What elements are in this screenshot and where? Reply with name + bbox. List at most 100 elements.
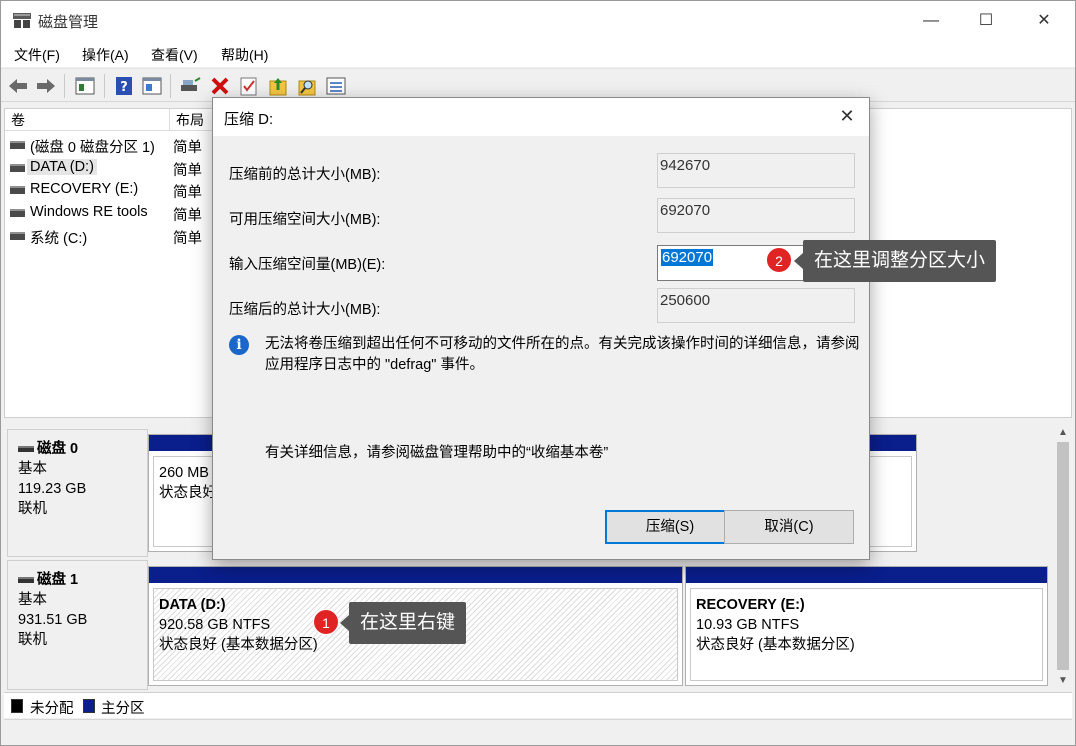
shrink-amount-label: 输入压缩空间量(MB)(E): [229, 257, 386, 273]
partition-status: 状态良好 [159, 485, 213, 501]
close-button[interactable]: ✕ [1021, 1, 1067, 40]
search-icon[interactable] [296, 75, 318, 97]
annotation-callout-2: 在这里调整分区大小 [793, 240, 997, 282]
window-title: 磁盘管理 [38, 14, 99, 31]
disk-0-partition-1[interactable]: 260 MB 状态良好 [148, 434, 218, 552]
volume-name: Windows RE tools [30, 204, 148, 220]
maximize-button[interactable]: ☐ [963, 1, 1009, 40]
total-size-after-value: 250600 [657, 288, 855, 323]
check-icon[interactable] [238, 75, 260, 97]
back-arrow-icon[interactable] [7, 75, 29, 97]
menu-help[interactable]: 帮助(H) [221, 45, 268, 65]
partition-body: RECOVERY (E:) 10.93 GB NTFS 状态良好 (基本数据分区… [690, 588, 1043, 681]
disk-1-label[interactable]: 磁盘 1 基本 931.51 GB 联机 [7, 560, 148, 690]
volume-layout: 简单 [173, 140, 202, 156]
disk-icon [18, 446, 34, 453]
disk-0-label[interactable]: 磁盘 0 基本 119.23 GB 联机 [7, 429, 148, 557]
info-icon: i [229, 335, 249, 355]
shrink-dialog: 压缩 D: ✕ 压缩前的总计大小(MB): 942670 可用压缩空间大小(MB… [212, 97, 870, 560]
disk-size: 119.23 GB [18, 481, 87, 497]
menu-view[interactable]: 查看(V) [151, 45, 198, 65]
status-bar [4, 719, 1072, 743]
legend-swatch-primary [83, 699, 95, 713]
volume-icon [10, 141, 25, 149]
scroll-down-icon[interactable]: ▼ [1054, 672, 1072, 689]
disk-name: 磁盘 1 [37, 572, 79, 588]
recovery-partition[interactable]: RECOVERY (E:) 10.93 GB NTFS 状态良好 (基本数据分区… [685, 566, 1048, 686]
volume-icon [10, 164, 25, 172]
disk-management-app-icon [13, 13, 31, 28]
legend-label-unallocated: 未分配 [30, 701, 74, 717]
legend-label-primary: 主分区 [101, 701, 145, 717]
partition-bar [686, 567, 1047, 583]
volume-icon [10, 186, 25, 194]
menu-action[interactable]: 操作(A) [82, 45, 129, 65]
available-shrink-label: 可用压缩空间大小(MB): [229, 212, 381, 228]
disk-size: 931.51 GB [18, 612, 88, 628]
available-shrink-value: 692070 [657, 198, 855, 233]
column-header-volume[interactable]: 卷 [5, 109, 170, 131]
volume-name: DATA (D:) [27, 159, 97, 175]
toolbar-separator [64, 74, 65, 98]
disk-map-scrollbar[interactable]: ▲ ▼ [1054, 424, 1072, 689]
export-icon[interactable] [267, 75, 289, 97]
volume-layout: 简单 [173, 163, 202, 179]
partition-size: 260 MB [159, 465, 209, 481]
list-icon[interactable] [325, 75, 347, 97]
scroll-up-icon[interactable]: ▲ [1054, 424, 1072, 441]
shrink-button[interactable]: 压缩(S) [605, 510, 735, 544]
title-bar: 磁盘管理 — ☐ ✕ [1, 1, 1075, 40]
menu-bar: 文件(F) 操作(A) 查看(V) 帮助(H) [1, 40, 1075, 67]
disk-type: 基本 [18, 461, 47, 477]
partition-body: 260 MB 状态良好 [153, 456, 213, 547]
volume-layout: 简单 [173, 231, 202, 247]
connect-icon[interactable] [179, 75, 201, 97]
menu-file[interactable]: 文件(F) [14, 45, 60, 65]
volume-name: (磁盘 0 磁盘分区 1) [30, 140, 155, 156]
forward-arrow-icon[interactable] [35, 75, 57, 97]
partition-name: RECOVERY (E:) [696, 597, 805, 613]
partition-bar [149, 567, 682, 583]
volume-name: RECOVERY (E:) [30, 181, 139, 197]
toolbar-separator [104, 74, 105, 98]
total-size-before-label: 压缩前的总计大小(MB): [229, 167, 381, 183]
annotation-callout-1: 在这里右键 [339, 602, 467, 644]
total-size-after-label: 压缩后的总计大小(MB): [229, 302, 381, 318]
annotation-badge-1: 1 [313, 609, 339, 635]
dialog-close-button[interactable]: ✕ [833, 105, 861, 129]
partition-bar [862, 435, 916, 451]
annotation-badge-2: 2 [766, 247, 792, 273]
partition-status: 状态良好 (基本数据分区) [696, 637, 855, 653]
column-header-layout[interactable]: 布局 [170, 109, 215, 131]
cancel-button[interactable]: 取消(C) [724, 510, 854, 544]
legend: 未分配 主分区 [4, 692, 1072, 718]
partition-bar [149, 435, 217, 451]
info-text: 无法将卷压缩到超出任何不可移动的文件所在的点。有关完成该操作时间的详细信息，请参… [265, 336, 860, 373]
disk-status: 联机 [18, 632, 47, 648]
properties-icon[interactable] [141, 75, 163, 97]
volume-icon [10, 232, 25, 240]
help-icon[interactable]: ? [113, 75, 135, 97]
partition-size: 10.93 GB NTFS [696, 617, 800, 633]
console-tree-icon[interactable] [74, 75, 96, 97]
shrink-amount-value[interactable]: 692070 [661, 249, 714, 266]
disk-type: 基本 [18, 592, 47, 608]
help-text: 有关详细信息，请参阅磁盘管理帮助中的“收缩基本卷” [265, 445, 609, 461]
dialog-title-bar: 压缩 D: ✕ [213, 98, 869, 136]
disk-status: 联机 [18, 501, 47, 517]
total-size-before-value: 942670 [657, 153, 855, 188]
svg-text:?: ? [120, 80, 128, 95]
minimize-button[interactable]: — [908, 1, 954, 40]
delete-icon[interactable] [209, 75, 231, 97]
toolbar-separator [170, 74, 171, 98]
legend-swatch-unallocated [11, 699, 23, 713]
disk-icon [18, 577, 34, 584]
volume-icon [10, 209, 25, 217]
disk-name: 磁盘 0 [37, 441, 79, 457]
scrollbar-thumb[interactable] [1057, 442, 1069, 670]
dialog-title: 压缩 D: [224, 111, 274, 128]
partition-body [866, 456, 912, 547]
volume-name: 系统 (C:) [30, 231, 88, 247]
volume-layout: 简单 [173, 208, 202, 224]
volume-layout: 简单 [173, 185, 202, 201]
